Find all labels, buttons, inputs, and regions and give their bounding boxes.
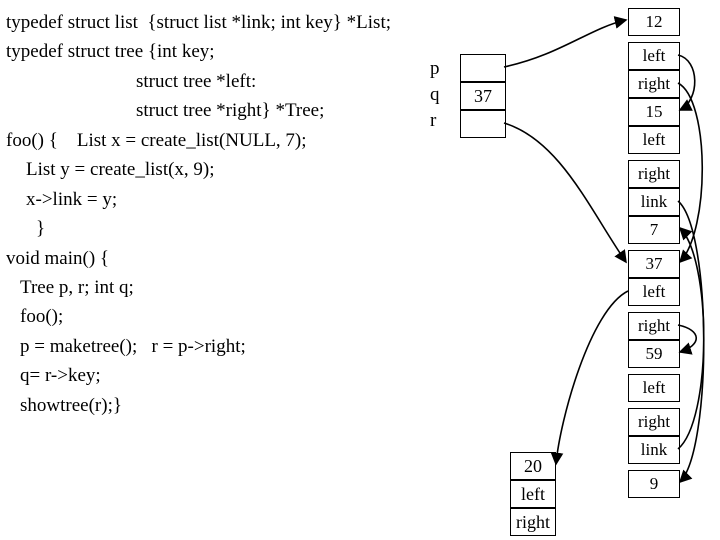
cell-2: right	[628, 70, 680, 98]
box-p	[460, 54, 506, 82]
code-line-7: x->link = y;	[6, 185, 396, 214]
code-line-14: showtree(r);}	[6, 391, 396, 420]
cell-11: 59	[628, 340, 680, 368]
box-q: 37	[460, 82, 506, 110]
cell-14: link	[628, 436, 680, 464]
cell-3: 15	[628, 98, 680, 126]
code-line-3: struct tree *left:	[6, 67, 396, 96]
cell-7: 7	[628, 216, 680, 244]
cell-0: 12	[628, 8, 680, 36]
code-line-6: List y = create_list(x, 9);	[6, 155, 396, 184]
code-line-9: void main() {	[6, 244, 396, 273]
cell-10: right	[628, 312, 680, 340]
var-r: r	[430, 110, 440, 136]
variable-labels: p q r	[430, 58, 440, 136]
cell-9: left	[628, 278, 680, 306]
cell-12: left	[628, 374, 680, 402]
code-line-13: q= r->key;	[6, 361, 396, 390]
cell-5: right	[628, 160, 680, 188]
code-line-8: }	[6, 214, 396, 243]
var-p: p	[430, 58, 440, 84]
cell-1: left	[628, 42, 680, 70]
node20-left: left	[510, 480, 556, 508]
code-line-1: typedef struct list {struct list *link; …	[6, 8, 396, 37]
code-line-11: foo();	[6, 302, 396, 331]
box-r	[460, 110, 506, 138]
node20-key: 20	[510, 452, 556, 480]
code-line-2: typedef struct tree {int key;	[6, 37, 396, 66]
code-line-10: Tree p, r; int q;	[6, 273, 396, 302]
cell-6: link	[628, 188, 680, 216]
var-q: q	[430, 84, 440, 110]
code-line-5: foo() { List x = create_list(NULL, 7);	[6, 126, 396, 155]
cell-4: left	[628, 126, 680, 154]
cell-13: right	[628, 408, 680, 436]
code-listing: typedef struct list {struct list *link; …	[6, 8, 396, 420]
cell-8: 37	[628, 250, 680, 278]
node20-right: right	[510, 508, 556, 536]
code-line-4: struct tree *right} *Tree;	[6, 96, 396, 125]
code-line-12: p = maketree(); r = p->right;	[6, 332, 396, 361]
cell-15: 9	[628, 470, 680, 498]
